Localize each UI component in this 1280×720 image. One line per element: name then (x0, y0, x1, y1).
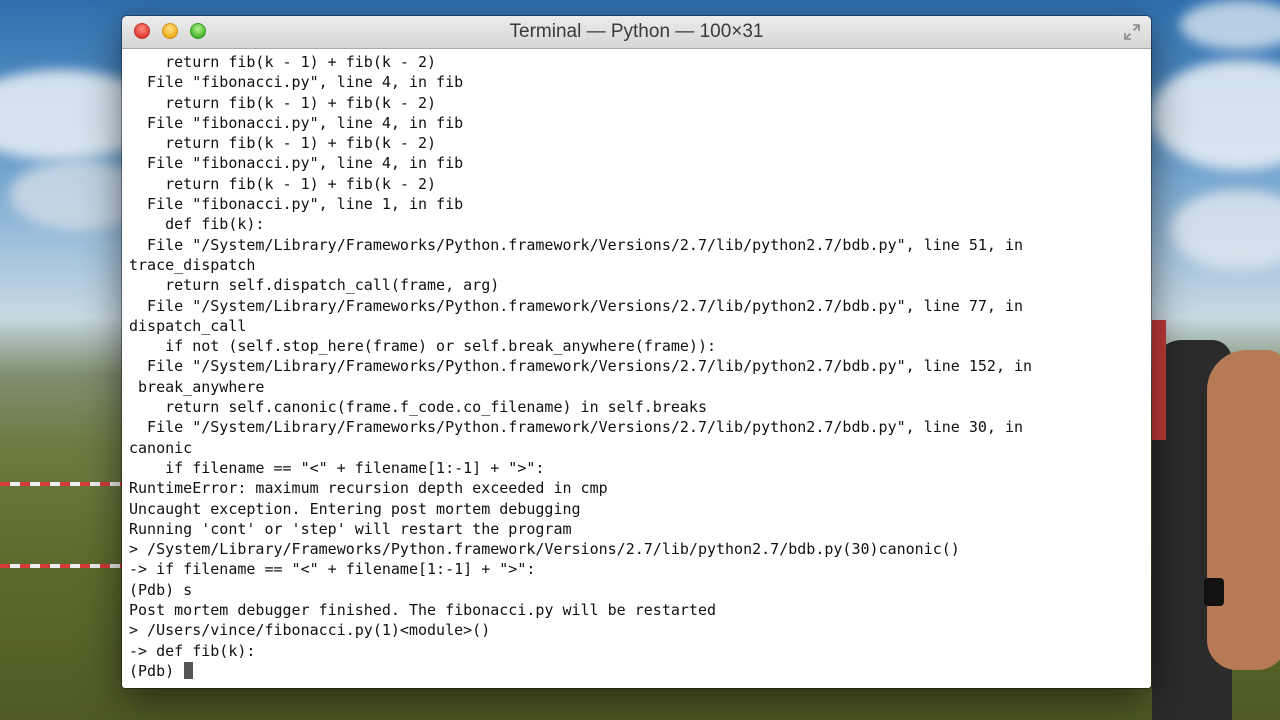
terminal-line: (Pdb) s (129, 580, 193, 599)
terminal-line: return self.canonic(frame.f_code.co_file… (129, 398, 707, 417)
terminal-line: -> if filename == "<" + filename[1:-1] +… (129, 560, 536, 579)
background-cloud (1150, 60, 1280, 170)
terminal-line: def fib(k): (129, 215, 265, 234)
background-tape (0, 564, 122, 568)
terminal-line: File "fibonacci.py", line 4, in fib (129, 154, 464, 173)
terminal-line: Uncaught exception. Entering post mortem… (129, 499, 581, 518)
terminal-line: dispatch_call (129, 316, 247, 335)
terminal-line: File "fibonacci.py", line 1, in fib (129, 195, 464, 214)
terminal-line: break_anywhere (129, 377, 265, 396)
background-cloud (1170, 190, 1280, 270)
background-tape (0, 482, 122, 486)
terminal-output[interactable]: return fib(k - 1) + fib(k - 2) File "fib… (122, 49, 1151, 688)
terminal-line: return self.dispatch_call(frame, arg) (129, 276, 500, 295)
terminal-line: File "fibonacci.py", line 4, in fib (129, 113, 464, 132)
terminal-line: Post mortem debugger finished. The fibon… (129, 601, 716, 620)
terminal-line: File "/System/Library/Frameworks/Python.… (129, 418, 1024, 437)
terminal-line: > /Users/vince/fibonacci.py(1)<module>() (129, 621, 491, 640)
terminal-line: File "/System/Library/Frameworks/Python.… (129, 296, 1024, 315)
fullscreen-icon[interactable] (1123, 23, 1141, 41)
terminal-line: return fib(k - 1) + fib(k - 2) (129, 134, 437, 153)
terminal-line: File "/System/Library/Frameworks/Python.… (129, 235, 1024, 254)
terminal-line: File "/System/Library/Frameworks/Python.… (129, 357, 1033, 376)
terminal-window: Terminal — Python — 100×31 return fib(k … (122, 16, 1151, 688)
terminal-line: return fib(k - 1) + fib(k - 2) (129, 174, 437, 193)
terminal-line: > /System/Library/Frameworks/Python.fram… (129, 540, 960, 559)
prompt-line: (Pdb) (129, 661, 1151, 681)
background-person (1152, 320, 1280, 720)
terminal-line: if not (self.stop_here(frame) or self.br… (129, 337, 716, 356)
terminal-line: -> def fib(k): (129, 641, 256, 660)
terminal-line: trace_dispatch (129, 255, 256, 274)
terminal-line: RuntimeError: maximum recursion depth ex… (129, 479, 608, 498)
text-cursor (184, 661, 194, 679)
background-cloud (1180, 0, 1280, 50)
terminal-line: canonic (129, 438, 193, 457)
window-title: Terminal — Python — 100×31 (509, 21, 764, 42)
terminal-line: return fib(k - 1) + fib(k - 2) (129, 93, 437, 112)
terminal-line: File "fibonacci.py", line 4, in fib (129, 73, 464, 92)
terminal-line: if filename == "<" + filename[1:-1] + ">… (129, 458, 545, 477)
terminal-line: Running 'cont' or 'step' will restart th… (129, 519, 572, 538)
pdb-prompt: (Pdb) (129, 661, 184, 680)
terminal-line: return fib(k - 1) + fib(k - 2) (129, 53, 437, 71)
title-bar[interactable]: Terminal — Python — 100×31 (122, 16, 1151, 49)
